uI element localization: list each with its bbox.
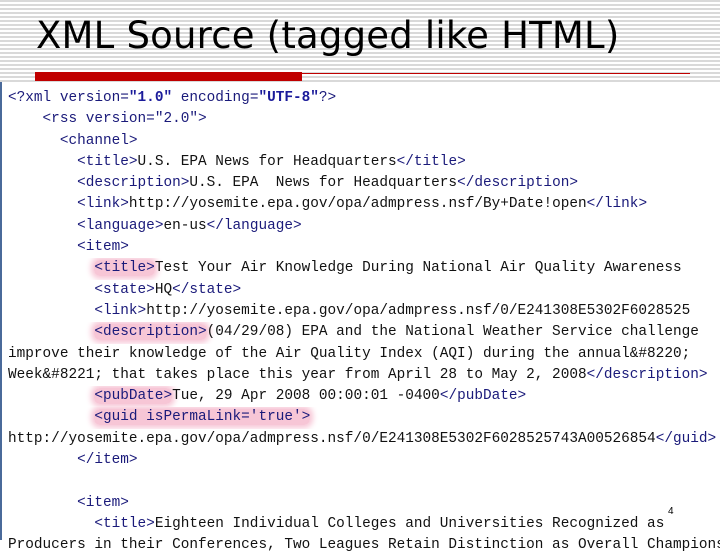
element-text: improve their knowledge of the Air Quali… (8, 345, 691, 362)
title-accent-rule (302, 73, 690, 74)
element-text: Eighteen Individual Colleges and Univers… (154, 515, 665, 532)
xml-tag: </guid> (655, 430, 717, 447)
element-text: http://yosemite.epa.gov/opa/admpress.nsf… (146, 302, 691, 319)
xml-tag: ?> (318, 90, 337, 106)
xml-tag: </title> (396, 153, 466, 170)
title-accent-bar (35, 72, 302, 81)
code-line: <item> (8, 493, 720, 514)
code-line: <title>Eighteen Individual Colleges and … (8, 514, 720, 535)
code-line: <title>U.S. EPA News for Headquarters</t… (8, 152, 720, 173)
xml-tag: <title> (94, 515, 155, 532)
xml-tag: <description> (77, 175, 190, 192)
xml-tag: encoding= (172, 90, 259, 106)
code-line: <guid isPermaLink='true'> (8, 407, 720, 428)
xml-tag: <item> (77, 239, 129, 256)
code-line: <pubDate>Tue, 29 Apr 2008 00:00:01 -0400… (8, 386, 720, 407)
element-text: Tue, 29 Apr 2008 00:00:01 -0400 (172, 388, 440, 405)
code-line: <?xml version="1.0" encoding="UTF-8"?> (8, 88, 720, 109)
highlighted-tag: <guid isPermaLink='true'> (94, 409, 311, 426)
code-line: <rss version="2.0"> (8, 109, 720, 130)
code-line: Week&#8221; that takes place this year f… (8, 365, 720, 386)
element-text: U.S. EPA News for Headquarters (137, 153, 397, 170)
code-line: <description>U.S. EPA News for Headquart… (8, 173, 720, 194)
page-number: 4 (668, 506, 674, 517)
element-text: Test Your Air Knowledge During National … (154, 260, 682, 277)
xml-tag: </language> (206, 217, 302, 234)
xml-tag: > (198, 111, 207, 128)
element-text: Week&#8221; that takes place this year f… (8, 366, 587, 383)
xml-tag: <item> (77, 494, 129, 511)
slide-title: XML Source (tagged like HTML) (36, 14, 620, 57)
xml-tag: </description> (586, 366, 708, 383)
element-text: U.S. EPA News for Headquarters (189, 175, 458, 192)
xml-tag: <link> (77, 196, 129, 213)
highlighted-tag: <description> (94, 324, 207, 341)
code-line: <description>(04/29/08) EPA and the Nati… (8, 322, 720, 343)
element-text: http://yosemite.epa.gov/opa/admpress.nsf… (8, 430, 656, 447)
xml-tag: <state> (94, 281, 155, 298)
code-line: http://yosemite.epa.gov/opa/admpress.nsf… (8, 429, 720, 450)
code-line: <item> (8, 237, 720, 258)
xml-tag: </description> (457, 175, 578, 192)
element-text: http://yosemite.epa.gov/opa/admpress.nsf… (128, 196, 587, 213)
highlighted-tag: <title> (94, 260, 155, 277)
code-line: <language>en-us</language> (8, 216, 720, 237)
xml-tag: <language> (77, 217, 164, 234)
xml-tag: "UTF-8" (258, 90, 319, 106)
code-line: <state>HQ</state> (8, 280, 720, 301)
code-line: <link>http://yosemite.epa.gov/opa/admpre… (8, 301, 720, 322)
xml-tag: <link> (94, 302, 147, 319)
element-text: en-us (163, 217, 207, 234)
code-line: Producers in their Conferences, Two Leag… (8, 535, 720, 556)
code-line: <title>Test Your Air Knowledge During Na… (8, 258, 720, 279)
xml-tag: </state> (172, 281, 242, 298)
xml-tag: </pubDate> (439, 388, 527, 405)
xml-tag: "2.0" (154, 111, 198, 128)
xml-tag: <channel> (59, 132, 138, 149)
xml-source-code: <?xml version="1.0" encoding="UTF-8"?> <… (8, 88, 720, 557)
highlighted-tag: <pubDate> (94, 388, 173, 405)
xml-tag: <rss version= (42, 111, 155, 128)
code-line: improve their knowledge of the Air Quali… (8, 344, 720, 365)
code-line: <channel> (8, 131, 720, 152)
xml-tag: "1.0" (128, 90, 173, 106)
code-line: <link>http://yosemite.epa.gov/opa/admpre… (8, 194, 720, 215)
code-line: </item> (8, 450, 720, 471)
xml-tag: </link> (586, 196, 648, 213)
xml-tag: <title> (77, 153, 138, 170)
xml-tag: <?xml version= (8, 90, 129, 106)
element-text: HQ (154, 281, 173, 298)
xml-tag: </item> (77, 452, 138, 469)
element-text: (04/29/08) EPA and the National Weather … (206, 324, 699, 341)
